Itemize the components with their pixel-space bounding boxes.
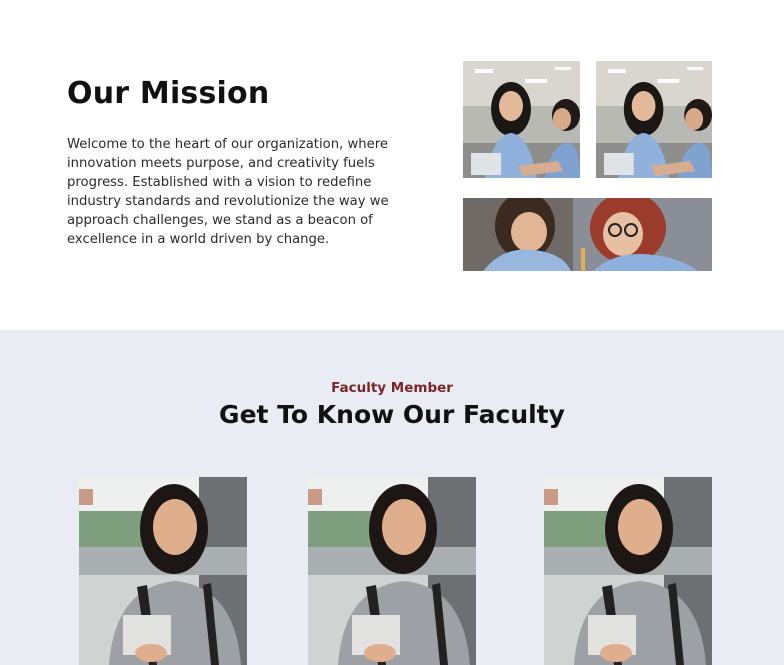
faculty-photo-1	[79, 477, 247, 665]
mission-section: Our Mission Welcome to the heart of our …	[0, 0, 784, 330]
faculty-photo-3	[544, 477, 712, 665]
mission-title: Our Mission	[67, 76, 270, 111]
mission-text: Welcome to the heart of our organization…	[67, 137, 389, 247]
mission-photo-1	[463, 61, 580, 178]
faculty-kicker: Faculty Member	[331, 380, 453, 396]
faculty-section: Faculty Member Get To Know Our Faculty	[0, 330, 784, 665]
faculty-title: Get To Know Our Faculty	[219, 400, 565, 429]
faculty-photo-2	[308, 477, 476, 665]
faculty-card-1[interactable]	[79, 477, 247, 665]
faculty-card-2[interactable]	[308, 477, 476, 665]
mission-photo-3	[463, 198, 712, 271]
mission-photo-2	[596, 61, 712, 178]
faculty-card-3[interactable]	[544, 477, 712, 665]
